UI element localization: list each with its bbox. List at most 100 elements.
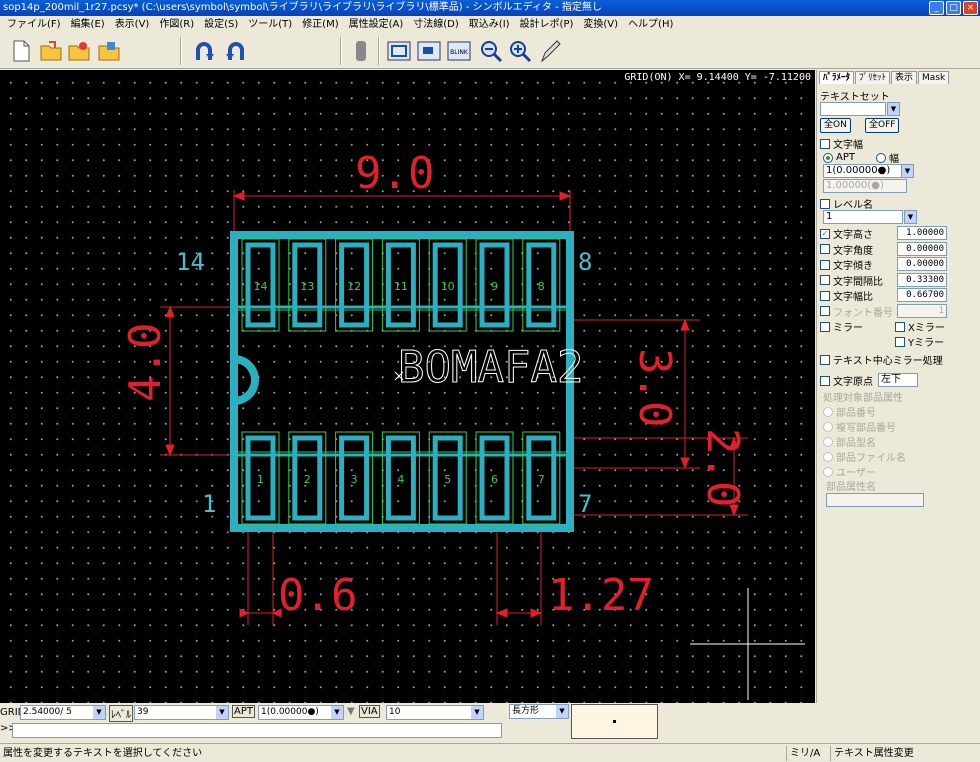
menu-view[interactable]: 表示(V) — [110, 16, 155, 33]
library-icon[interactable] — [96, 38, 122, 64]
pad-number: 12 — [347, 280, 361, 293]
property-label: 文字傾き — [833, 261, 873, 272]
ymirror-checkbox[interactable] — [895, 336, 905, 347]
property-row[interactable]: 文字間隔比 — [820, 273, 883, 288]
xmirror-row[interactable]: Xミラー — [895, 319, 945, 334]
mirror-checkbox[interactable] — [820, 321, 830, 332]
origin-select[interactable]: 左下 — [878, 373, 918, 387]
center-mirror-row[interactable]: テキスト中心ミラー処理 — [820, 352, 943, 367]
via-select[interactable]: 10 ▼ — [386, 705, 484, 720]
pen-icon[interactable] — [537, 38, 563, 64]
char-width-checkbox[interactable] — [820, 138, 830, 149]
layer-icon[interactable] — [348, 38, 374, 64]
grid-select[interactable]: 2.54000/ 5 ▼ — [20, 705, 106, 720]
target-option: ユーザー — [823, 464, 876, 479]
property-row[interactable]: ✓ 文字高さ — [820, 226, 873, 241]
apt-select[interactable]: 1(0.00000●) — [823, 164, 907, 178]
blink-icon[interactable]: BLINK — [446, 38, 472, 64]
shape-select[interactable]: 長方形 ▼ — [509, 704, 569, 719]
property-label: 文字幅比 — [833, 292, 873, 303]
open-folder-icon[interactable] — [38, 38, 64, 64]
ymirror-label: Yミラー — [908, 338, 945, 349]
preview-dot — [613, 720, 616, 723]
apt-label: APT — [232, 705, 255, 718]
command-input[interactable] — [12, 723, 502, 738]
zoom-out-icon[interactable] — [478, 38, 504, 64]
level-name-row[interactable]: レベル名 — [820, 196, 873, 211]
property-checkbox[interactable] — [820, 244, 830, 254]
level-name-checkbox[interactable] — [820, 198, 830, 209]
mirror-row[interactable]: ミラー — [820, 319, 863, 334]
xmirror-checkbox[interactable] — [895, 321, 905, 332]
property-checkbox[interactable] — [820, 275, 830, 285]
menu-draw[interactable]: 作図(R) — [154, 16, 199, 33]
apt-dropdown-icon[interactable]: ▼ — [901, 164, 914, 178]
apt-radio[interactable] — [823, 152, 833, 163]
property-row[interactable]: 文字角度 — [820, 242, 873, 257]
corner-pin-label: 8 — [578, 248, 592, 276]
menu-file[interactable]: ファイル(F) — [2, 16, 66, 33]
origin-row[interactable]: 文字原点 — [820, 373, 873, 388]
property-value-input[interactable]: 0.33300 — [897, 272, 947, 287]
tab-mask[interactable]: Mask — [918, 71, 950, 84]
toolbar-separator — [378, 37, 380, 65]
center-mirror-checkbox[interactable] — [820, 354, 830, 365]
tab-parameter[interactable]: ﾊﾟﾗﾒｰﾀ — [819, 71, 855, 84]
zoom-window-icon[interactable] — [416, 38, 442, 64]
filter-icon[interactable]: ▼ — [347, 706, 355, 717]
property-value-input[interactable]: 1.00000 — [897, 226, 947, 240]
zoom-in-icon[interactable] — [507, 38, 533, 64]
tab-display[interactable]: 表示 — [891, 71, 918, 84]
maximize-button[interactable]: □ — [946, 1, 961, 15]
undo-icon[interactable] — [192, 38, 218, 64]
all-on-button[interactable]: 全ON — [820, 118, 851, 133]
close-button[interactable]: × — [963, 1, 978, 15]
pad-number: 8 — [538, 280, 545, 293]
menu-report[interactable]: 設計レポ(P) — [515, 16, 579, 33]
level-label: ﾚﾍﾞﾙ — [109, 705, 133, 722]
redo-icon[interactable] — [222, 38, 248, 64]
property-value-input[interactable]: 0.00000 — [897, 241, 947, 256]
property-checkbox[interactable] — [820, 259, 830, 270]
level-name-input[interactable]: 1 — [823, 210, 903, 224]
minimize-button[interactable]: _ — [929, 1, 944, 15]
textset-dropdown-icon[interactable]: ▼ — [887, 102, 900, 116]
menu-import[interactable]: 取込み(I) — [464, 16, 515, 33]
apt-radio-row[interactable]: APT 幅 — [823, 150, 899, 165]
property-row[interactable]: 文字傾き — [820, 257, 873, 272]
menu-settings[interactable]: 設定(S) — [199, 16, 243, 33]
menu-attributes[interactable]: 属性設定(A) — [344, 16, 409, 33]
property-checkbox[interactable] — [820, 290, 830, 301]
new-file-icon[interactable] — [8, 38, 34, 64]
save-folder-icon[interactable] — [66, 38, 92, 64]
level-select[interactable]: 39 ▼ — [134, 705, 229, 720]
menu-help[interactable]: ヘルプ(H) — [623, 16, 678, 33]
menu-edit[interactable]: 編集(E) — [66, 16, 110, 33]
property-row[interactable]: フォント番号 — [820, 304, 893, 319]
apt-select[interactable]: 1(0.00000●) ▼ — [258, 705, 344, 720]
property-row[interactable]: 文字幅比 — [820, 288, 873, 303]
width-radio[interactable] — [875, 152, 886, 163]
origin-checkbox[interactable] — [820, 375, 830, 386]
property-value-input[interactable]: 0.66700 — [897, 288, 947, 302]
level-dropdown-icon[interactable]: ▼ — [904, 210, 917, 224]
drawing-canvas[interactable]: GRID(ON) X= 9.14400 Y= -7.11200 9.0 4.0 … — [0, 70, 815, 703]
textset-input[interactable] — [820, 102, 886, 116]
property-value-input[interactable]: 1 — [897, 303, 947, 318]
menu-dimension[interactable]: 寸法線(D) — [408, 16, 464, 33]
menu-tools[interactable]: ツール(T) — [243, 16, 297, 33]
target-label: 部品ファイル名 — [836, 453, 906, 464]
tab-preset[interactable]: ﾌﾟﾘｾｯﾄ — [855, 71, 891, 84]
property-value-input[interactable]: 0.00000 — [897, 257, 947, 271]
menu-convert[interactable]: 変換(V) — [578, 16, 623, 33]
char-width-row[interactable]: 文字幅 — [820, 136, 863, 151]
menu-modify[interactable]: 修正(M) — [297, 16, 343, 33]
ymirror-row[interactable]: Yミラー — [895, 334, 944, 349]
pad-number: 4 — [397, 473, 404, 486]
dim-height-label: 4.0 — [120, 323, 171, 402]
dim-r3-label: 3.0 — [629, 348, 680, 427]
property-checkbox[interactable] — [820, 306, 830, 316]
all-off-button[interactable]: 全OFF — [865, 118, 900, 133]
property-checkbox[interactable]: ✓ — [820, 228, 830, 239]
zoom-fit-icon[interactable] — [386, 38, 412, 64]
